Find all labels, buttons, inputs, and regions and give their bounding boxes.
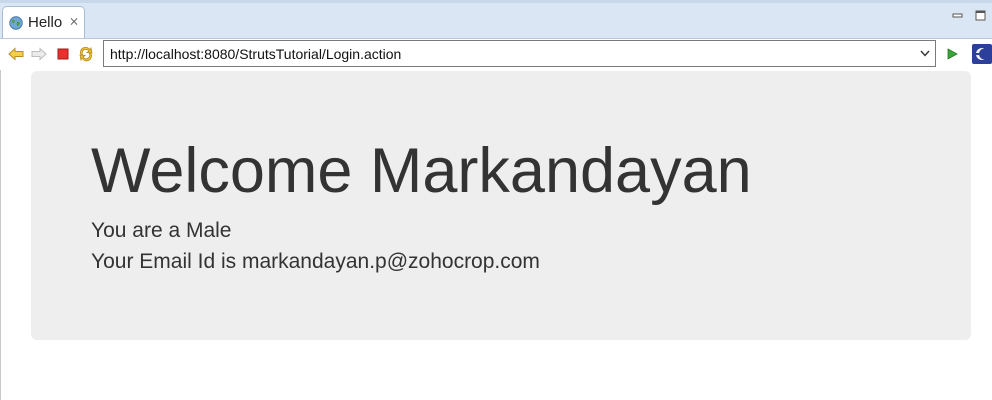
welcome-panel: Welcome Markandayan You are a Male Your … [31, 71, 971, 340]
refresh-button[interactable] [77, 45, 95, 63]
chevron-down-icon[interactable] [919, 47, 931, 59]
eclipse-button[interactable] [972, 44, 992, 64]
close-icon[interactable]: ⨯ [69, 14, 79, 28]
url-field[interactable]: http://localhost:8080/StrutsTutorial/Log… [103, 40, 936, 67]
back-arrow-icon [8, 47, 24, 61]
browser-toolbar: http://localhost:8080/StrutsTutorial/Log… [0, 39, 992, 70]
stop-icon [57, 48, 69, 60]
eclipse-icon [972, 44, 992, 64]
tab-hello[interactable]: Hello ⨯ [2, 6, 85, 38]
stop-button[interactable] [54, 45, 72, 63]
go-button[interactable] [943, 45, 961, 63]
email-text: Your Email Id is markandayan.p@zohocrop.… [91, 250, 540, 273]
view-left-border [0, 70, 1, 400]
editor-tab-bar: Hello ⨯ [0, 0, 992, 39]
back-button[interactable] [7, 45, 25, 63]
forward-button[interactable] [30, 45, 48, 63]
page-title: Welcome Markandayan [91, 136, 752, 206]
tab-bar-top-border [0, 0, 992, 3]
url-text[interactable]: http://localhost:8080/StrutsTutorial/Log… [110, 46, 401, 62]
maximize-icon[interactable] [975, 10, 986, 21]
tab-title: Hello [28, 14, 63, 31]
forward-arrow-icon [31, 47, 47, 61]
refresh-icon [79, 46, 93, 62]
go-play-icon [947, 48, 958, 60]
minimize-icon[interactable] [952, 10, 963, 21]
gender-text: You are a Male [91, 219, 232, 242]
globe-icon [9, 16, 23, 30]
